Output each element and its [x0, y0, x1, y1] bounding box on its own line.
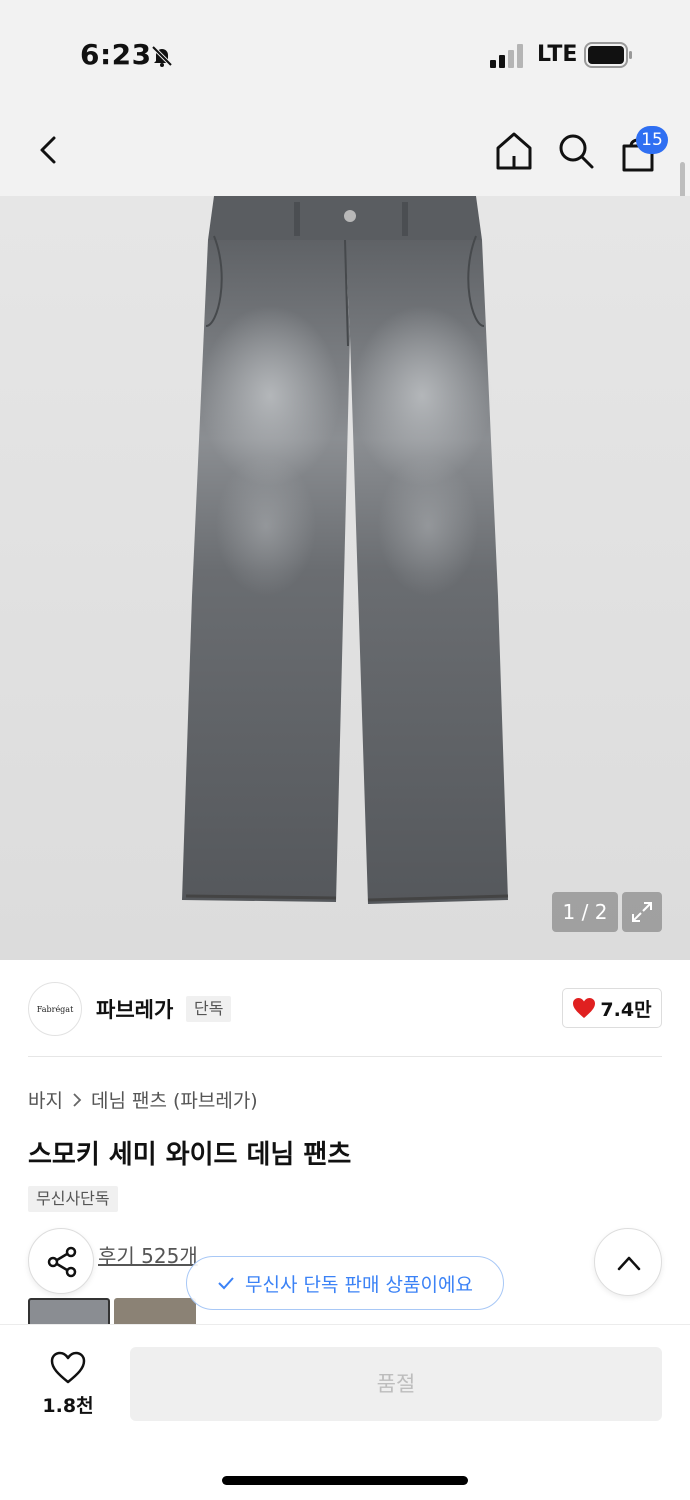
product-title: 스모키 세미 와이드 데님 팬츠 [28, 1140, 352, 1170]
share-icon [47, 1246, 77, 1278]
back-icon[interactable] [34, 132, 64, 168]
brand-like-button[interactable]: 7.4만 [562, 988, 662, 1028]
jeans-image [182, 196, 509, 904]
expand-image-button[interactable] [622, 892, 662, 932]
product-image[interactable]: 1 / 2 [0, 196, 690, 960]
soldout-button[interactable]: 품절 [130, 1347, 662, 1421]
brand-logo-text: Fabrégat [36, 1004, 74, 1014]
home-icon[interactable] [494, 130, 534, 172]
cart-count-badge: 15 [636, 126, 668, 154]
share-button[interactable] [28, 1228, 94, 1294]
brand-like-count: 7.4만 [600, 998, 652, 1021]
brand-name[interactable]: 파브레가 [96, 994, 173, 1024]
review-link[interactable]: 후기 525개 [98, 1240, 198, 1269]
wishlist-count: 1.8천 [42, 1395, 94, 1417]
toast-message: 무신사 단독 판매 상품이에요 [245, 1273, 473, 1296]
chevron-right-icon [73, 1092, 82, 1107]
breadcrumb-item-pants[interactable]: 바지 [28, 1086, 63, 1113]
signal-icon [490, 44, 523, 68]
brand-logo[interactable]: Fabrégat [28, 982, 82, 1036]
wishlist-button[interactable]: 1.8천 [36, 1349, 100, 1419]
cart-button[interactable]: 15 [618, 126, 668, 178]
expand-icon [632, 902, 652, 922]
heart-filled-icon [573, 998, 596, 1018]
search-icon[interactable] [556, 130, 596, 172]
scroll-to-top-button[interactable] [594, 1228, 662, 1296]
battery-icon [584, 42, 632, 68]
brand-exclusive-tag: 단독 [186, 996, 232, 1022]
breadcrumb-item-denim[interactable]: 데님 팬츠 (파브레가) [91, 1086, 258, 1113]
top-nav: 15 [0, 100, 690, 196]
bell-muted-icon [151, 45, 173, 67]
check-icon [218, 1277, 234, 1290]
home-indicator [222, 1476, 468, 1485]
exclusive-toast: 무신사 단독 판매 상품이에요 [186, 1256, 504, 1310]
status-bar: 6:23 LTE [0, 0, 690, 100]
network-type: LTE [537, 42, 578, 67]
heart-outline-icon [50, 1351, 86, 1384]
exclusive-tag: 무신사단독 [28, 1186, 118, 1212]
breadcrumb: 바지 데님 팬츠 (파브레가) [28, 1086, 258, 1113]
bottom-action-bar: 1.8천 품절 [0, 1324, 690, 1500]
divider [28, 1056, 662, 1057]
chevron-up-icon [617, 1256, 641, 1271]
brand-row: Fabrégat 파브레가 단독 7.4만 [0, 980, 690, 1036]
image-counter: 1 / 2 [552, 892, 618, 932]
status-time: 6:23 [80, 38, 152, 71]
